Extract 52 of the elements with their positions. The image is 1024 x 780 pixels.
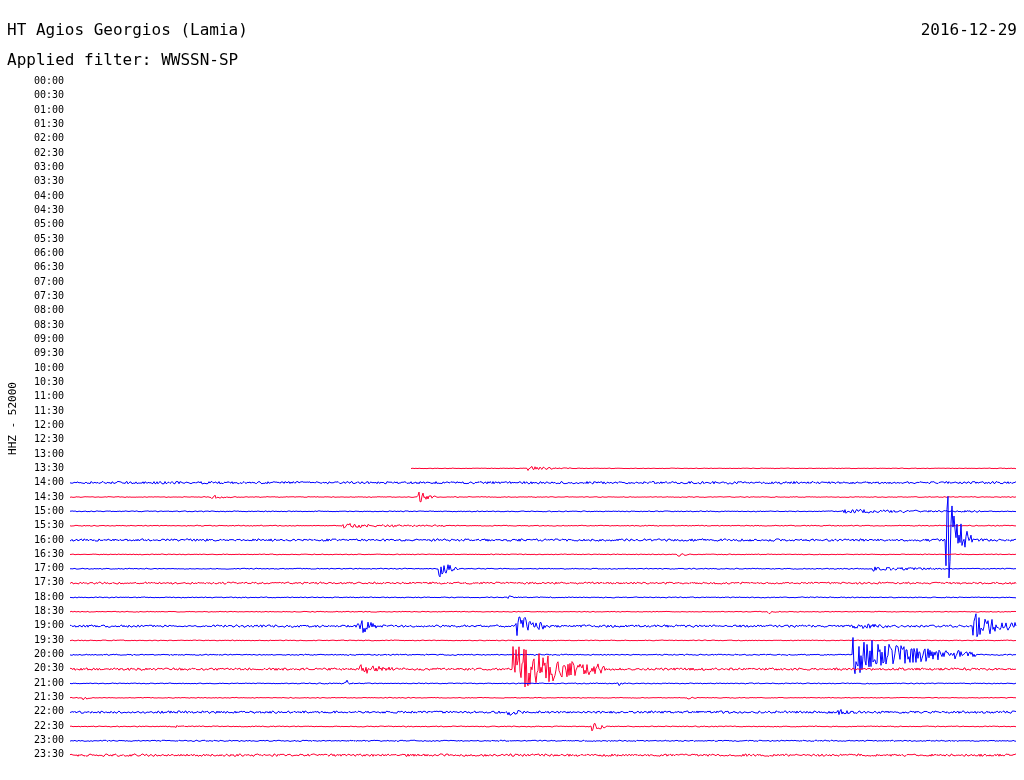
time-label: 01:30 [32, 117, 64, 131]
station-title: HT Agios Georgios (Lamia) [7, 20, 248, 41]
time-label: 14:30 [32, 489, 64, 504]
time-label: 21:30 [32, 690, 64, 705]
time-label: 22:00 [32, 704, 64, 719]
time-label: 09:00 [32, 331, 64, 346]
filter-label: Applied filter: WWSSN-SP [6, 49, 240, 71]
time-label: 10:00 [32, 360, 64, 375]
time-label: 04:30 [32, 202, 64, 217]
time-label: 18:00 [32, 589, 64, 604]
time-label: 07:00 [32, 274, 64, 289]
time-label: 11:30 [32, 403, 64, 418]
time-label: 01:00 [32, 102, 64, 117]
time-label: 15:30 [32, 518, 64, 533]
time-label: 23:30 [32, 747, 64, 762]
time-label: 08:30 [32, 317, 64, 332]
time-label: 17:30 [32, 575, 64, 590]
time-label: 00:00 [32, 74, 64, 88]
time-label: 05:00 [32, 217, 64, 232]
time-label: 19:30 [32, 632, 64, 647]
channel-label: HHZ - 52000 [5, 381, 19, 455]
time-label: 10:30 [32, 374, 64, 389]
time-label: 09:30 [32, 346, 64, 361]
time-label: 06:30 [32, 260, 64, 275]
time-label: 20:00 [32, 647, 64, 662]
time-label: 13:30 [32, 460, 64, 475]
time-label: 20:30 [32, 661, 64, 676]
time-label: 23:00 [32, 733, 64, 748]
time-label: 18:30 [32, 604, 64, 619]
time-label: 02:00 [32, 131, 64, 146]
time-label: 05:30 [32, 231, 64, 246]
time-label: 16:30 [32, 546, 64, 561]
time-label: 22:30 [32, 718, 64, 733]
time-label: 03:30 [32, 174, 64, 189]
time-label: 00:30 [32, 88, 64, 103]
time-label: 21:00 [32, 675, 64, 690]
time-label: 13:00 [32, 446, 64, 461]
time-label: 12:00 [32, 417, 64, 432]
date-label: 2016-12-29 [920, 20, 1017, 41]
time-label: 02:30 [32, 145, 64, 160]
time-label: 11:00 [32, 389, 64, 404]
time-label: 07:30 [32, 288, 64, 303]
time-label: 15:00 [32, 503, 64, 518]
time-label: 19:00 [32, 618, 64, 633]
time-label: 17:00 [32, 561, 64, 576]
time-label: 03:00 [32, 159, 64, 174]
time-label: 06:00 [32, 245, 64, 260]
time-label: 04:00 [32, 188, 64, 203]
time-label: 08:00 [32, 303, 64, 318]
time-label: 14:00 [32, 475, 64, 490]
time-label: 16:00 [32, 532, 64, 547]
time-label: 12:30 [32, 432, 64, 447]
